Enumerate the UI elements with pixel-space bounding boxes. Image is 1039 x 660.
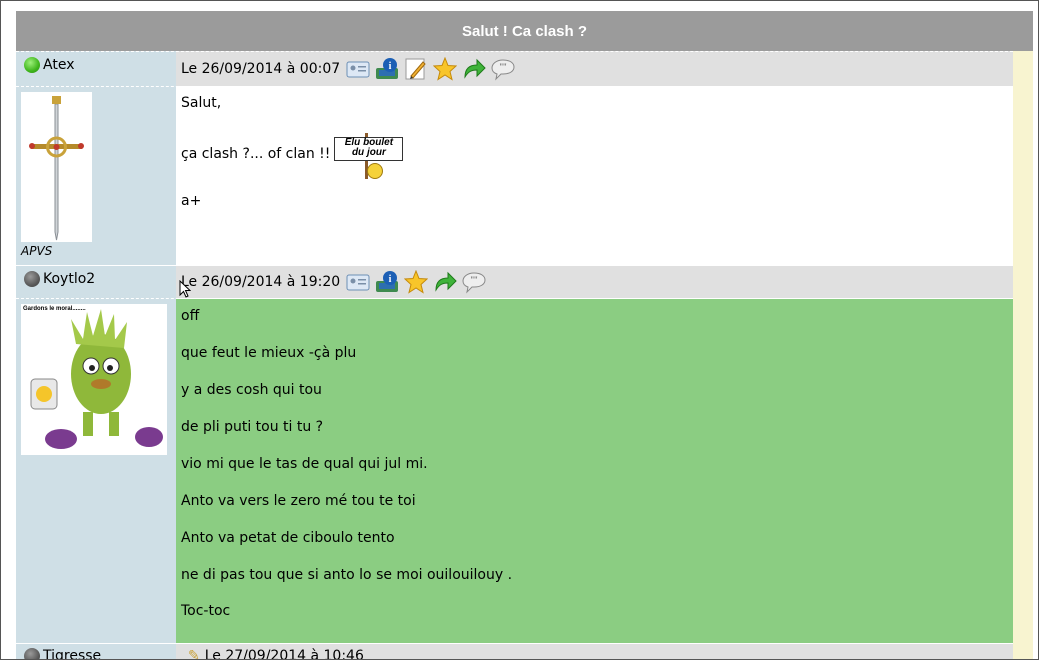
post3-author[interactable]: Tigresse [24, 648, 101, 659]
star-icon[interactable] [433, 56, 458, 81]
edit-icon[interactable] [404, 57, 428, 81]
star-icon[interactable] [404, 270, 429, 294]
post3-meta: ✎ Le 27/09/2014 à 10:46 [176, 644, 1013, 660]
post1-actions: i "" [346, 56, 515, 81]
elu-boulet-smiley: Elu boulet du jour [334, 133, 404, 179]
post1-line-with-smiley: ça clash ?... of clan !! Elu boulet du j… [181, 131, 404, 179]
post1-date: Le 26/09/2014 à 00:07 [181, 60, 341, 77]
post3-date: Le 27/09/2014 à 10:46 [204, 648, 364, 660]
post1-avatar [21, 92, 92, 242]
right-strip [1013, 51, 1033, 659]
offline-status-icon [24, 648, 40, 659]
quote-icon[interactable]: "" [462, 270, 486, 294]
post2-author[interactable]: Koytlo2 [24, 271, 95, 287]
post1-body: Salut, ça clash ?... of clan !! Elu boul… [176, 87, 1013, 265]
pencil-icon: ✎ [188, 648, 200, 660]
post1-meta: Le 26/09/2014 à 00:07 i "" [176, 51, 1013, 86]
post2-line: Anto va vers le zero mé tou te toi [181, 493, 416, 509]
topic-title-bar: Salut ! Ca clash ? [16, 11, 1033, 51]
post2-author-name[interactable]: Koytlo2 [43, 271, 95, 287]
post1-author-name[interactable]: Atex [43, 57, 74, 73]
online-status-icon [24, 57, 40, 73]
offline-status-icon [24, 271, 40, 287]
post2-body: off que feut le mieux -çà plu y a des co… [176, 299, 1013, 643]
reply-arrow-icon[interactable] [433, 270, 457, 294]
svg-text:"": "" [470, 275, 478, 285]
post2-line: ne di pas tou que si anto lo se moi ouil… [181, 567, 513, 583]
post2-line: que feut le mieux -çà plu [181, 345, 357, 361]
post1-rank: APVS [21, 244, 53, 258]
post2-date: Le 26/09/2014 à 19:20 [181, 274, 341, 290]
profile-card-icon[interactable] [346, 270, 370, 294]
post2-actions: i "" [346, 270, 486, 294]
profile-card-icon[interactable] [346, 57, 370, 81]
post2-line: Toc-toc [181, 603, 231, 619]
avatar-caption: Gardons le moral........ [23, 306, 86, 312]
reply-arrow-icon[interactable] [462, 57, 486, 81]
svg-text:i: i [389, 61, 392, 72]
post1-author[interactable]: Atex [24, 57, 74, 73]
post1-line: Salut, [181, 95, 222, 111]
post2-meta: Le 26/09/2014 à 19:20 i "" [176, 266, 1013, 298]
post1-line: ça clash ?... of clan !! [181, 146, 331, 162]
svg-text:"": "" [499, 62, 507, 72]
post1-top-separator [16, 51, 1013, 52]
info-icon[interactable]: i [375, 270, 399, 294]
forum-frame: Salut ! Ca clash ? Atex Le 26/09/2014 à … [0, 0, 1039, 660]
mouse-cursor-icon [179, 279, 192, 302]
post2-avatar: Gardons le moral........ [21, 304, 167, 455]
post1-line: a+ [181, 193, 202, 209]
post3-author-name[interactable]: Tigresse [43, 648, 101, 659]
smiley-sign-text: du jour [351, 147, 386, 158]
post2-line: vio mi que le tas de qual qui jul mi. [181, 456, 428, 472]
info-icon[interactable]: i [375, 57, 399, 81]
post2-line: Anto va petat de ciboulo tento [181, 530, 395, 546]
topic-title: Salut ! Ca clash ? [461, 22, 588, 40]
post2-line: de pli puti tou ti tu ? [181, 419, 324, 435]
quote-icon[interactable]: "" [491, 57, 515, 81]
post2-line: off [181, 308, 200, 324]
svg-text:i: i [389, 274, 392, 285]
post2-line: y a des cosh qui tou [181, 382, 322, 398]
